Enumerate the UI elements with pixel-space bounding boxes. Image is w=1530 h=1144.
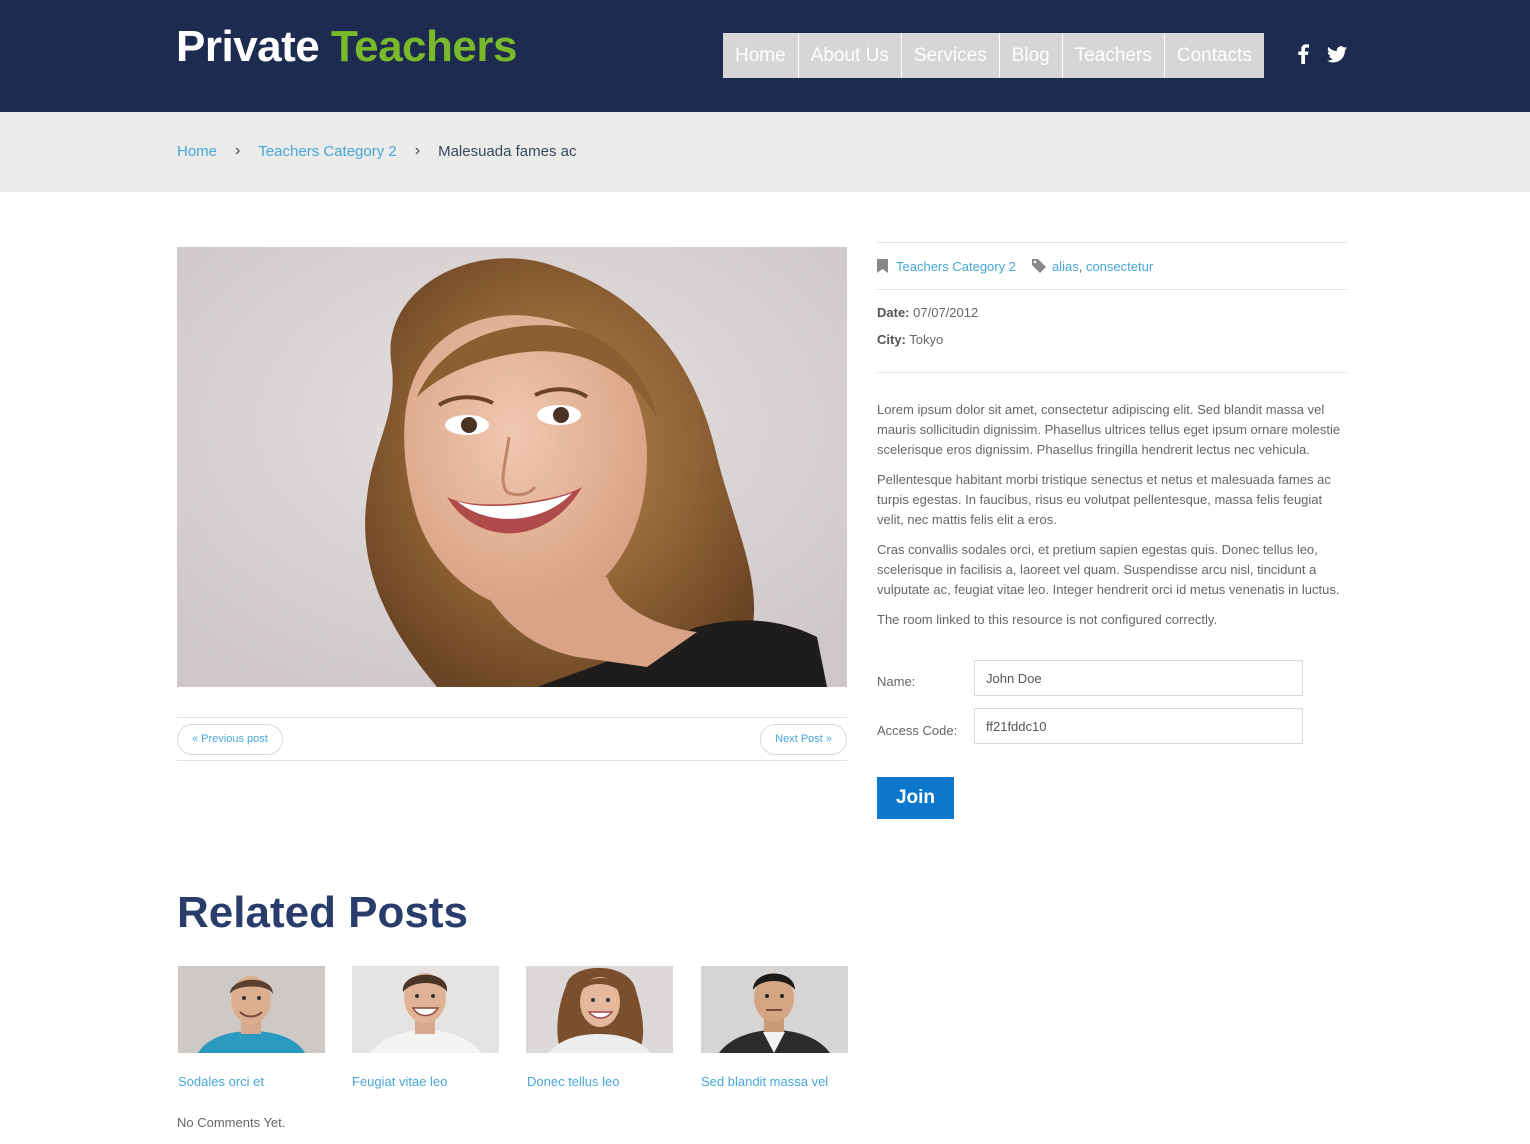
related-posts-heading: Related Posts [177, 888, 468, 937]
facebook-icon[interactable] [1292, 43, 1314, 65]
breadcrumb-category-link[interactable]: Teachers Category 2 [258, 143, 396, 160]
date-line: Date: 07/07/2012 [877, 304, 1347, 331]
previous-post-button[interactable]: « Previous post [177, 724, 283, 755]
description-paragraph: Lorem ipsum dolor sit amet, consectetur … [877, 402, 1341, 457]
nav-item-contacts[interactable]: Contacts [1163, 33, 1264, 78]
date-value: 07/07/2012 [913, 305, 979, 320]
next-post-button[interactable]: Next Post » [760, 724, 847, 755]
related-post-link[interactable]: Sodales orci et [178, 1074, 264, 1089]
nav-item-home[interactable]: Home [723, 33, 798, 78]
join-button[interactable]: Join [877, 777, 954, 819]
tag-link-consectetur[interactable]: consectetur [1086, 259, 1153, 274]
related-post-thumbnail[interactable] [352, 966, 499, 1053]
name-label: Name: [877, 673, 916, 689]
teacher-photo [177, 247, 847, 687]
access-code-row: Access Code: [877, 708, 1303, 744]
post-description: Lorem ipsum dolor sit amet, consectetur … [877, 400, 1347, 630]
breadcrumb-current: Malesuada fames ac [438, 142, 577, 160]
chevron-right-icon: › [414, 142, 421, 159]
city-label: City: [877, 332, 906, 347]
description-paragraph: Pellentesque habitant morbi tristique se… [877, 472, 1331, 527]
category-link[interactable]: Teachers Category 2 [896, 259, 1016, 274]
name-input[interactable] [974, 660, 1303, 696]
nav-item-about-us[interactable]: About Us [797, 33, 901, 78]
access-code-label: Access Code: [877, 722, 958, 738]
breadcrumb: Home › Teachers Category 2 › Malesuada f… [177, 142, 576, 160]
related-post-link[interactable]: Feugiat vitae leo [352, 1074, 447, 1089]
related-post-link[interactable]: Donec tellus leo [527, 1074, 620, 1089]
tag-separator: , [1078, 258, 1083, 274]
related-post-thumbnail[interactable] [178, 966, 325, 1053]
room-status-message: The room linked to this resource is not … [877, 612, 1218, 627]
tag-link-alias[interactable]: alias [1052, 259, 1079, 274]
related-post-thumbnail[interactable] [526, 966, 673, 1053]
access-code-input[interactable] [974, 708, 1303, 744]
description-paragraph: Cras convallis sodales orci, et pretium … [877, 542, 1340, 597]
chevron-right-icon: › [235, 142, 241, 159]
main-nav: Home About Us Services Blog Teachers Con… [723, 33, 1264, 78]
twitter-icon[interactable] [1326, 43, 1348, 65]
logo-text-teachers: Teachers [331, 22, 517, 71]
logo-text-private: Private [176, 22, 320, 71]
site-header: Private Teachers Home About Us Services … [0, 0, 1530, 112]
breadcrumb-home-link[interactable]: Home [177, 143, 217, 160]
comments-status: No Comments Yet. [177, 1115, 286, 1130]
post-meta: Teachers Category 2 alias, consectetur [877, 242, 1347, 290]
date-label: Date: [877, 305, 910, 320]
nav-item-blog[interactable]: Blog [998, 33, 1062, 78]
related-post-thumbnail[interactable] [701, 966, 848, 1053]
nav-item-services[interactable]: Services [900, 33, 999, 78]
breadcrumb-bar: Home › Teachers Category 2 › Malesuada f… [0, 112, 1530, 192]
site-logo[interactable]: Private Teachers [176, 22, 517, 72]
post-details: Teachers Category 2 alias, consectetur D… [877, 242, 1347, 640]
related-post-link[interactable]: Sed blandit massa vel [701, 1074, 828, 1089]
post-details-info: Date: 07/07/2012 City: Tokyo [877, 290, 1347, 373]
bookmark-icon [877, 259, 888, 273]
name-row: Name: [877, 660, 1303, 696]
city-line: City: Tokyo [877, 331, 1347, 358]
post-navigation: « Previous post Next Post » [177, 717, 847, 761]
nav-item-teachers[interactable]: Teachers [1061, 33, 1164, 78]
city-value: Tokyo [909, 332, 944, 347]
tag-icon [1031, 259, 1046, 273]
